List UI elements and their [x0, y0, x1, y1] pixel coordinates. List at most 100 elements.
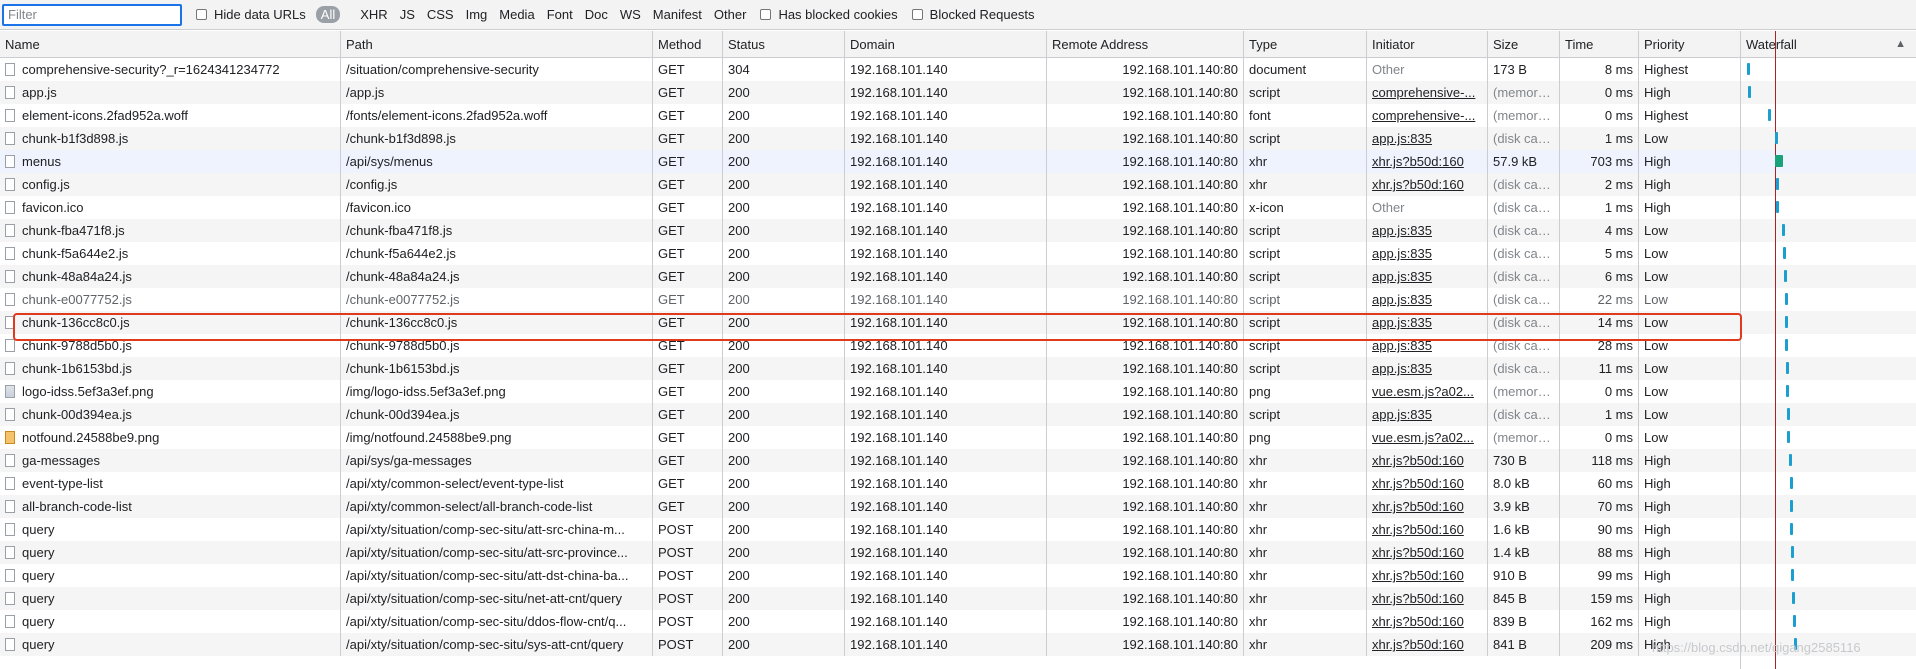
type-filter-font[interactable]: Font	[547, 7, 573, 22]
request-row[interactable]: chunk-e0077752.js/chunk-e0077752.js GET 20…	[0, 288, 1916, 311]
domain-cell: 192.168.101.140	[844, 150, 1046, 173]
column-header-name[interactable]: Name	[0, 31, 340, 57]
column-header-path[interactable]: Path	[340, 31, 652, 57]
type-filter-img[interactable]: Img	[466, 7, 488, 22]
request-row[interactable]: query/api/xty/situation/comp-sec-situ/at…	[0, 518, 1916, 541]
checkbox-box[interactable]	[911, 9, 923, 20]
initiator-link[interactable]: xhr.js?b50d:160	[1372, 476, 1464, 491]
type-filter-manifest[interactable]: Manifest	[653, 7, 702, 22]
path-cell: /situation/comprehensive-security	[340, 58, 652, 81]
sort-ascending-icon[interactable]: ▲	[1895, 31, 1906, 58]
initiator-link[interactable]: xhr.js?b50d:160	[1372, 591, 1464, 606]
initiator-link[interactable]: xhr.js?b50d:160	[1372, 522, 1464, 537]
initiator-link[interactable]: app.js:835	[1372, 407, 1432, 422]
hide-data-urls-checkbox[interactable]: Hide data URLs	[196, 7, 306, 22]
request-row[interactable]: favicon.ico/favicon.ico GET 200 192.168.101…	[0, 196, 1916, 219]
checkbox-box[interactable]	[760, 9, 772, 20]
image-file-icon	[5, 385, 15, 398]
blocked-requests-checkbox[interactable]: Blocked Requests	[911, 7, 1035, 22]
request-row[interactable]: chunk-b1f3d898.js/chunk-b1f3d898.js GET 20…	[0, 127, 1916, 150]
initiator-link[interactable]: xhr.js?b50d:160	[1372, 177, 1464, 192]
remote-cell: 192.168.101.140:80	[1046, 495, 1243, 518]
waterfall-cell	[1740, 495, 1916, 518]
initiator-link[interactable]: xhr.js?b50d:160	[1372, 614, 1464, 629]
initiator-cell: app.js:835	[1366, 357, 1487, 380]
domain-cell: 192.168.101.140	[844, 219, 1046, 242]
column-header-type[interactable]: Type	[1243, 31, 1366, 57]
request-row[interactable]: config.js/config.js GET 200 192.168.101.140…	[0, 173, 1916, 196]
initiator-link[interactable]: app.js:835	[1372, 223, 1432, 238]
filter-input[interactable]	[2, 3, 182, 26]
initiator-link[interactable]: xhr.js?b50d:160	[1372, 453, 1464, 468]
request-row[interactable]: app.js/app.js GET 200 192.168.101.140 192.16…	[0, 81, 1916, 104]
priority-cell: High	[1638, 610, 1740, 633]
column-header-size[interactable]: Size	[1487, 31, 1559, 57]
time-cell: 159 ms	[1559, 587, 1638, 610]
type-filter-other[interactable]: Other	[714, 7, 747, 22]
request-row[interactable]: chunk-1b6153bd.js/chunk-1b6153bd.js GET 20…	[0, 357, 1916, 380]
column-header-time[interactable]: Time	[1559, 31, 1638, 57]
initiator-link[interactable]: xhr.js?b50d:160	[1372, 499, 1464, 514]
request-row[interactable]: query/api/xty/situation/comp-sec-situ/sy…	[0, 633, 1916, 656]
initiator-link[interactable]: vue.esm.js?a02...	[1372, 384, 1474, 399]
request-row[interactable]: logo-idss.5ef3a3ef.png/img/logo-idss.5ef…	[0, 380, 1916, 403]
has-blocked-cookies-checkbox[interactable]: Has blocked cookies	[760, 7, 898, 22]
column-header-remote[interactable]: Remote Address	[1046, 31, 1243, 57]
request-row[interactable]: chunk-00d394ea.js/chunk-00d394ea.js GET 20…	[0, 403, 1916, 426]
initiator-link[interactable]: app.js:835	[1372, 361, 1432, 376]
column-header-initiator[interactable]: Initiator	[1366, 31, 1487, 57]
initiator-link[interactable]: comprehensive-...	[1372, 108, 1475, 123]
initiator-link[interactable]: xhr.js?b50d:160	[1372, 637, 1464, 652]
column-header-status[interactable]: Status	[722, 31, 844, 57]
method-cell: GET	[652, 219, 722, 242]
request-row[interactable]: comprehensive-security?_r=1624341234772 /…	[0, 58, 1916, 81]
request-row[interactable]: chunk-fba471f8.js/chunk-fba471f8.js GET 20…	[0, 219, 1916, 242]
remote-cell: 192.168.101.140:80	[1046, 587, 1243, 610]
column-header-waterfall[interactable]: Waterfall	[1740, 31, 1916, 57]
path-cell: /api/xty/common-select/event-type-list	[340, 472, 652, 495]
initiator-link[interactable]: comprehensive-...	[1372, 85, 1475, 100]
request-row[interactable]: query/api/xty/situation/comp-sec-situ/at…	[0, 564, 1916, 587]
initiator-link[interactable]: xhr.js?b50d:160	[1372, 545, 1464, 560]
request-row[interactable]: query/api/xty/situation/comp-sec-situ/dd…	[0, 610, 1916, 633]
checkbox-label: Blocked Requests	[929, 7, 1035, 22]
type-cell: xhr	[1243, 633, 1366, 656]
request-row[interactable]: chunk-48a84a24.js/chunk-48a84a24.js GET 20…	[0, 265, 1916, 288]
type-filter-js[interactable]: JS	[400, 7, 415, 22]
column-header-domain[interactable]: Domain	[844, 31, 1046, 57]
type-filter-ws[interactable]: WS	[620, 7, 641, 22]
priority-cell: Low	[1638, 127, 1740, 150]
initiator-link[interactable]: xhr.js?b50d:160	[1372, 568, 1464, 583]
status-cell: 200	[722, 219, 844, 242]
request-row[interactable]: query/api/xty/situation/comp-sec-situ/at…	[0, 541, 1916, 564]
request-row[interactable]: event-type-list/api/xty/common-select/ev…	[0, 472, 1916, 495]
request-row[interactable]: ga-messages/api/sys/ga-messages GET 200 192…	[0, 449, 1916, 472]
type-cell: font	[1243, 104, 1366, 127]
document-file-icon	[5, 569, 15, 582]
type-filter-xhr[interactable]: XHR	[360, 7, 387, 22]
waterfall-cell	[1740, 173, 1916, 196]
initiator-link[interactable]: app.js:835	[1372, 292, 1432, 307]
type-filter-css[interactable]: CSS	[427, 7, 454, 22]
checkbox-box[interactable]	[196, 9, 207, 20]
initiator-link[interactable]: app.js:835	[1372, 246, 1432, 261]
initiator-link[interactable]: xhr.js?b50d:160	[1372, 154, 1464, 169]
path-cell: /api/xty/situation/comp-sec-situ/net-att…	[340, 587, 652, 610]
request-row[interactable]: menus/api/sys/menus GET 200 192.168.101.140…	[0, 150, 1916, 173]
initiator-cell: xhr.js?b50d:160	[1366, 472, 1487, 495]
type-filter-doc[interactable]: Doc	[585, 7, 608, 22]
column-header-method[interactable]: Method	[652, 31, 722, 57]
request-row[interactable]: chunk-f5a644e2.js/chunk-f5a644e2.js GET 20…	[0, 242, 1916, 265]
path-cell: /api/sys/menus	[340, 150, 652, 173]
request-row[interactable]: query/api/xty/situation/comp-sec-situ/ne…	[0, 587, 1916, 610]
request-row[interactable]: element-icons.2fad952a.woff/fonts/elemen…	[0, 104, 1916, 127]
path-cell: /chunk-1b6153bd.js	[340, 357, 652, 380]
request-row[interactable]: all-branch-code-list/api/xty/common-sele…	[0, 495, 1916, 518]
request-row[interactable]: notfound.24588be9.png/img/notfound.24588…	[0, 426, 1916, 449]
initiator-link[interactable]: vue.esm.js?a02...	[1372, 430, 1474, 445]
initiator-link[interactable]: app.js:835	[1372, 269, 1432, 284]
initiator-link[interactable]: app.js:835	[1372, 131, 1432, 146]
column-header-priority[interactable]: Priority	[1638, 31, 1740, 57]
type-filter-all[interactable]: All	[315, 6, 341, 23]
type-filter-media[interactable]: Media	[499, 7, 534, 22]
